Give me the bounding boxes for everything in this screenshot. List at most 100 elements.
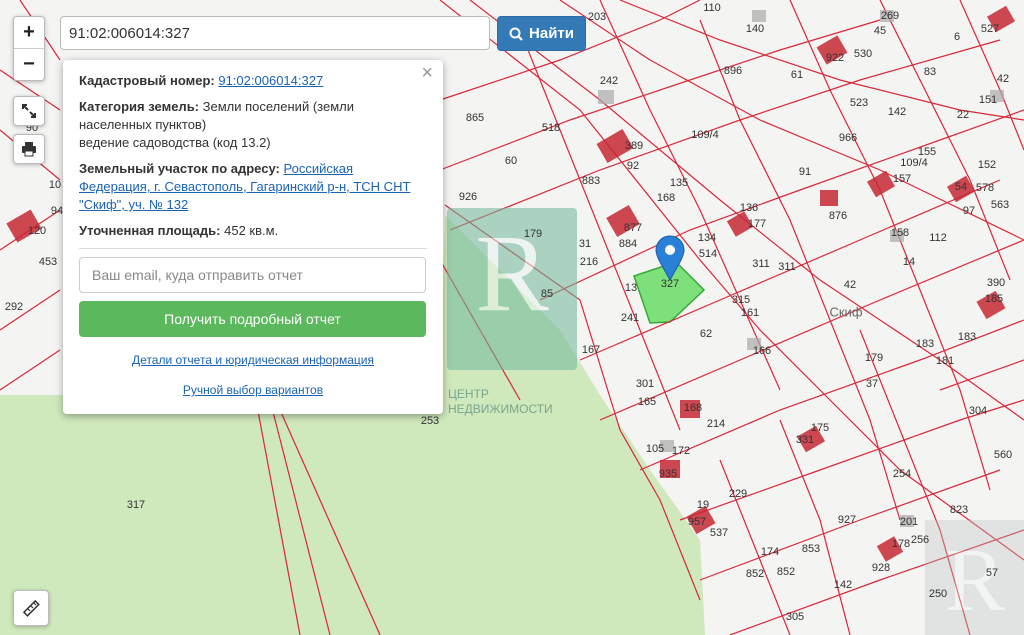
parcel-label: 514: [698, 248, 718, 260]
parcel-label: 518: [541, 122, 561, 134]
parcel-label: 105: [645, 443, 665, 455]
parcel-label: 57: [985, 567, 999, 579]
parcel-label: 884: [618, 238, 638, 250]
parcel-label: 242: [599, 75, 619, 87]
parcel-label: 331: [795, 434, 815, 446]
parcel-label: 896: [723, 65, 743, 77]
parcel-label: 13: [624, 282, 638, 294]
cadastral-label: Кадастровый номер:: [79, 73, 215, 88]
parcel-label: 883: [581, 175, 601, 187]
parcel-label: 935: [658, 468, 678, 480]
parcel-label: 109/4: [691, 129, 719, 141]
area-value: 452 кв.м.: [224, 223, 279, 238]
parcel-label: 112: [929, 232, 947, 244]
parcel-label: 203: [587, 11, 607, 23]
print-icon: [22, 142, 36, 157]
parcel-info-popup: × Кадастровый номер: 91:02:006014:327 Ка…: [63, 60, 443, 414]
parcel-label: 241: [620, 312, 640, 324]
parcel-label: 928: [871, 562, 891, 574]
parcel-label: 957: [687, 516, 707, 528]
parcel-label: 54: [954, 181, 968, 193]
parcel-label: 91: [798, 166, 812, 178]
parcel-label: 530: [853, 48, 873, 60]
parcel-label: 167: [581, 344, 601, 356]
parcel-label: 140: [745, 23, 765, 35]
ruler-icon: [22, 599, 40, 617]
parcel-label: 327: [660, 278, 680, 290]
zoom-out-button[interactable]: −: [14, 49, 44, 80]
get-report-button[interactable]: Получить подробный отчет: [79, 301, 426, 337]
parcel-label: 14: [902, 256, 916, 268]
category-value-2: населенных пунктов): [79, 117, 207, 132]
parcel-label: 926: [458, 191, 478, 203]
parcel-label: 185: [984, 293, 1004, 305]
parcel-label: 578: [975, 182, 995, 194]
parcel-label: 315: [731, 294, 751, 306]
parcel-label: 134: [697, 232, 717, 244]
manual-select-link[interactable]: Ручной выбор вариантов: [183, 383, 323, 397]
parcel-label: 158: [890, 227, 910, 239]
category-label: Категория земель:: [79, 99, 200, 114]
search-input[interactable]: [60, 16, 490, 50]
parcel-label: 85: [540, 288, 554, 300]
parcel-label: 852: [776, 566, 796, 578]
parcel-label: 214: [706, 418, 726, 430]
parcel-label: 120: [27, 225, 47, 237]
parcel-label: 304: [968, 405, 988, 417]
parcel-label: 311: [778, 261, 796, 273]
parcel-label: 109/4: [900, 157, 928, 169]
parcel-label: 181: [935, 355, 955, 367]
parcel-label: 250: [928, 588, 948, 600]
parcel-label: 292: [4, 301, 24, 313]
watermark-logo-right: R: [925, 520, 1024, 635]
email-placeholder: Ваш email, куда отправить отчет: [92, 267, 303, 283]
parcel-label: 876: [828, 210, 848, 222]
parcel-label: 305: [785, 611, 805, 623]
parcel-label: 94: [50, 205, 64, 217]
parcel-label: 10: [48, 179, 62, 191]
parcel-label: 142: [887, 106, 907, 118]
parcel-label: 62: [699, 328, 713, 340]
parcel-label: 175: [810, 422, 830, 434]
parcel-label: 389: [624, 140, 644, 152]
parcel-label: 31: [578, 238, 592, 250]
parcel-label: 42: [843, 279, 857, 291]
address-link-1[interactable]: Российская: [283, 161, 353, 176]
parcel-label: 166: [752, 345, 772, 357]
close-icon[interactable]: ×: [421, 63, 433, 83]
parcel-label: 523: [849, 97, 869, 109]
watermark-line2: НЕДВИЖИМОСТИ: [448, 402, 553, 416]
cadastral-link[interactable]: 91:02:006014:327: [218, 73, 323, 88]
parcel-label: 45: [873, 25, 887, 37]
svg-text:R: R: [945, 531, 1005, 630]
measure-button[interactable]: [13, 590, 49, 626]
parcel-label: 152: [977, 159, 997, 171]
parcel-label: 172: [671, 445, 691, 457]
parcel-label: 563: [990, 199, 1010, 211]
zoom-in-button[interactable]: +: [14, 17, 44, 49]
parcel-label: 6: [953, 31, 961, 43]
parcel-label: 201: [899, 516, 919, 528]
parcel-label: 179: [864, 352, 884, 364]
find-button[interactable]: Найти: [497, 16, 586, 51]
parcel-label: 179: [523, 228, 543, 240]
parcel-label: 42: [996, 73, 1010, 85]
parcel-label: 927: [837, 514, 857, 526]
parcel-label: 852: [745, 568, 765, 580]
parcel-label: 853: [801, 543, 821, 555]
print-button[interactable]: [13, 134, 45, 164]
parcel-label: 183: [957, 331, 977, 343]
parcel-label: 92: [626, 160, 640, 172]
parcel-label: 136: [739, 202, 759, 214]
parcel-label: 216: [579, 256, 599, 268]
parcel-label: 168: [656, 192, 676, 204]
address-link-3[interactable]: "Скиф", уч. № 132: [79, 197, 188, 212]
fullscreen-button[interactable]: [13, 96, 45, 126]
parcel-label: 966: [838, 132, 858, 144]
parcel-label: 110: [703, 2, 721, 14]
details-link[interactable]: Детали отчета и юридическая информация: [132, 353, 374, 367]
parcel-label: 37: [865, 378, 879, 390]
address-link-2[interactable]: Федерация, г. Севастополь, Гагаринский р…: [79, 179, 410, 194]
email-input[interactable]: Ваш email, куда отправить отчет: [79, 257, 426, 293]
parcel-label: 177: [747, 218, 767, 230]
